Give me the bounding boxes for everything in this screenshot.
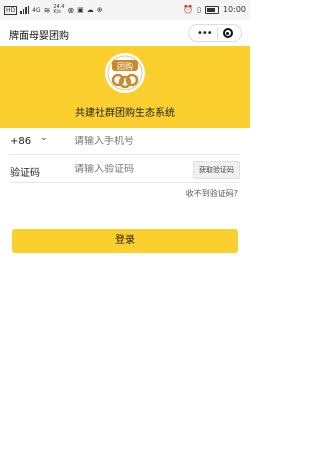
- country-code[interactable]: +86: [10, 136, 31, 147]
- logo-icon: 团购: [105, 53, 145, 93]
- get-code-button[interactable]: 获取验证码: [193, 161, 240, 179]
- battery-icon: [204, 5, 219, 14]
- wifi-icon: ≋: [43, 5, 51, 15]
- page-title: 牌面母婴团购: [9, 31, 69, 42]
- no-code-link[interactable]: 收不到验证码?: [186, 188, 238, 199]
- status-left: HD 4G ≋ 24.4 K/s ⊗ ▣ ☁ ⊕: [4, 5, 103, 15]
- speed-label: 24.4 K/s: [53, 4, 65, 15]
- slogan: 共建社群团购生态系统: [75, 108, 175, 119]
- signal-icon: [20, 6, 30, 14]
- login-button[interactable]: 登录: [12, 229, 238, 253]
- close-miniprogram-icon[interactable]: [222, 28, 233, 38]
- vibrate-icon: ▯: [197, 5, 201, 14]
- app-icon: ⊗: [67, 5, 75, 15]
- hd-badge: HD: [4, 5, 18, 15]
- network-label: 4G: [32, 6, 41, 14]
- phone-row: +86 ⌄: [10, 130, 240, 155]
- phone-input[interactable]: [74, 136, 174, 147]
- cloud-icon: ☁: [86, 6, 94, 14]
- nav-bar: 牌面母婴团购 •••: [0, 20, 250, 46]
- code-label: 验证码: [10, 168, 40, 179]
- code-row: 验证码 获取验证码: [10, 158, 240, 183]
- notification-icon: ⊕: [96, 6, 103, 14]
- status-right: ⏰ ▯ 10:00: [183, 5, 246, 14]
- more-icon[interactable]: •••: [197, 28, 213, 39]
- image-icon: ▣: [77, 6, 84, 14]
- chevron-down-icon[interactable]: ⌄: [40, 133, 48, 143]
- miniprogram-capsule: •••: [188, 24, 242, 42]
- code-input[interactable]: [74, 164, 174, 175]
- clock: 10:00: [222, 5, 246, 14]
- status-bar: HD 4G ≋ 24.4 K/s ⊗ ▣ ☁ ⊕ ⏰ ▯ 10:00: [0, 0, 250, 20]
- alarm-icon: ⏰: [183, 5, 194, 14]
- logo-text: 团购: [117, 61, 133, 71]
- capsule-divider: [216, 28, 218, 38]
